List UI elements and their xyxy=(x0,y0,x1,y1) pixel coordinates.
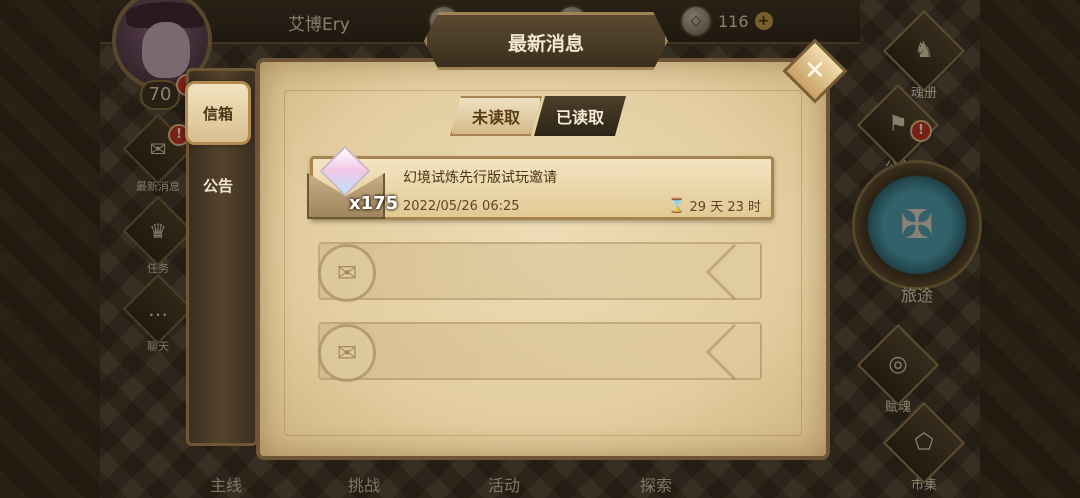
tab-inbox[interactable]: 信箱 xyxy=(185,81,251,145)
mailbox-tab-column: 信箱 公告 xyxy=(185,68,258,446)
mail-title: 幻境试炼先行版试玩邀请 xyxy=(403,170,557,186)
filter-read-button[interactable]: 已读取 xyxy=(534,96,626,136)
empty-mail-slot: ✉ xyxy=(318,322,763,382)
close-icon: ✕ xyxy=(804,55,826,86)
chevron-left-icon xyxy=(705,243,763,301)
dialog-title: 最新消息 xyxy=(507,33,584,55)
read-filter-toggle: 未读取 已读取 xyxy=(450,96,626,136)
hourglass-icon: ⌛ xyxy=(668,197,686,214)
dialog-title-plate: 最新消息 xyxy=(424,12,668,70)
empty-mail-slot: ✉ xyxy=(318,242,763,302)
empty-envelope-icon: ✉ xyxy=(318,324,376,382)
tab-announcement[interactable]: 公告 xyxy=(185,153,251,217)
chevron-left-icon xyxy=(705,323,763,381)
reward-count: x175 xyxy=(349,193,399,214)
mail-date: 2022/05/26 06:25 xyxy=(403,199,520,214)
empty-envelope-icon: ✉ xyxy=(318,244,376,302)
filter-unread-button[interactable]: 未读取 xyxy=(450,96,542,136)
mail-item[interactable]: x175 幻境试炼先行版试玩邀请 2022/05/26 06:25 ⌛ 29 天… xyxy=(307,145,774,220)
mail-envelope: x175 xyxy=(305,145,398,225)
mail-expire: ⌛ 29 天 23 时 xyxy=(668,197,761,216)
